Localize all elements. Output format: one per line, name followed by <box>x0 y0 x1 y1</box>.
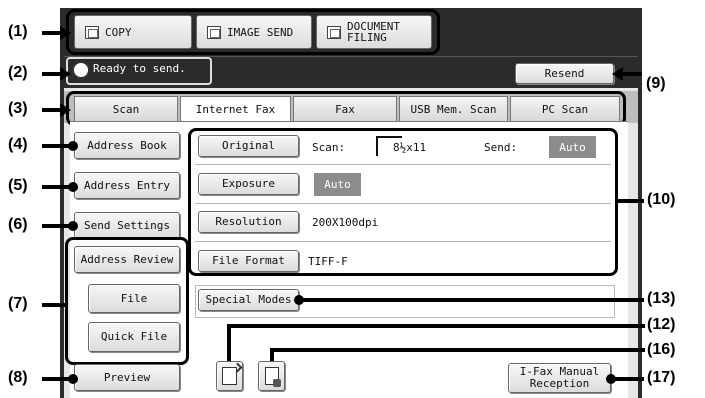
special-modes-button[interactable]: Special Modes <box>198 289 299 311</box>
leader-3 <box>42 108 62 112</box>
status-message: Ready to send. <box>93 62 186 75</box>
vleader-12 <box>227 324 231 361</box>
file-format-value: TIFF-F <box>308 255 348 268</box>
scan-size-value: 8½x11 <box>393 141 427 154</box>
callout-9: (9) <box>646 75 666 92</box>
leader-1 <box>42 31 62 35</box>
arrow-2 <box>60 67 71 81</box>
file-button[interactable]: File <box>88 284 180 313</box>
ifax-manual-reception-button[interactable]: I-Fax Manual Reception <box>508 363 611 393</box>
dot-17 <box>606 374 616 384</box>
callout-10: (10) <box>647 191 676 208</box>
callout-12: (12) <box>647 316 676 333</box>
quick-file-button[interactable]: Quick File <box>88 322 180 352</box>
dot-8 <box>68 374 78 384</box>
program-icon <box>222 362 243 385</box>
resolution-button[interactable]: Resolution <box>198 211 299 233</box>
leader-16 <box>270 348 645 352</box>
address-book-button[interactable]: Address Book <box>74 132 180 159</box>
dot-4 <box>68 141 78 151</box>
resolution-value: 200X100dpi <box>312 216 379 229</box>
job-icon <box>264 367 281 387</box>
resend-button[interactable]: Resend <box>515 63 614 84</box>
arrow-3 <box>60 103 71 117</box>
send-settings-button[interactable]: Send Settings <box>74 212 180 239</box>
dot-6 <box>68 221 78 231</box>
callout-8: (8) <box>8 369 28 386</box>
arrow-1 <box>60 26 71 40</box>
program-button[interactable] <box>216 361 243 391</box>
status-icon <box>72 61 90 79</box>
leader-7 <box>42 303 66 307</box>
job-settings-button[interactable] <box>258 361 285 391</box>
callout-3: (3) <box>8 100 28 117</box>
send-label: Send: <box>484 141 518 154</box>
callout-13: (13) <box>647 290 676 307</box>
leader-13 <box>300 298 644 302</box>
callout-1: (1) <box>8 23 28 40</box>
callout-2: (2) <box>8 64 28 81</box>
send-auto-badge: Auto <box>549 136 596 158</box>
exposure-button[interactable]: Exposure <box>198 173 299 195</box>
mode-tabs-highlight <box>66 9 440 55</box>
callout-17: (17) <box>647 369 676 386</box>
preview-button[interactable]: Preview <box>74 364 180 391</box>
file-format-button[interactable]: File Format <box>198 250 299 272</box>
callout-4: (4) <box>8 136 28 153</box>
dot-5 <box>68 182 78 192</box>
divider-2 <box>195 203 611 204</box>
original-button[interactable]: Original <box>198 135 299 157</box>
leader-12 <box>227 324 645 328</box>
address-entry-button[interactable]: Address Entry <box>74 172 180 199</box>
callout-7: (7) <box>8 295 28 312</box>
exposure-auto-badge: Auto <box>314 173 361 196</box>
callout-16: (16) <box>647 341 676 358</box>
callout-6: (6) <box>8 216 28 233</box>
callout-5: (5) <box>8 177 28 194</box>
scan-label: Scan: <box>312 141 346 154</box>
divider-1 <box>195 164 611 165</box>
manual-reception-label: I-Fax Manual Reception <box>519 365 600 390</box>
leader-10 <box>618 199 644 203</box>
leader-9 <box>620 72 642 76</box>
divider-3 <box>195 241 611 242</box>
leader-2 <box>42 72 62 76</box>
address-review-button[interactable]: Address Review <box>74 246 180 273</box>
